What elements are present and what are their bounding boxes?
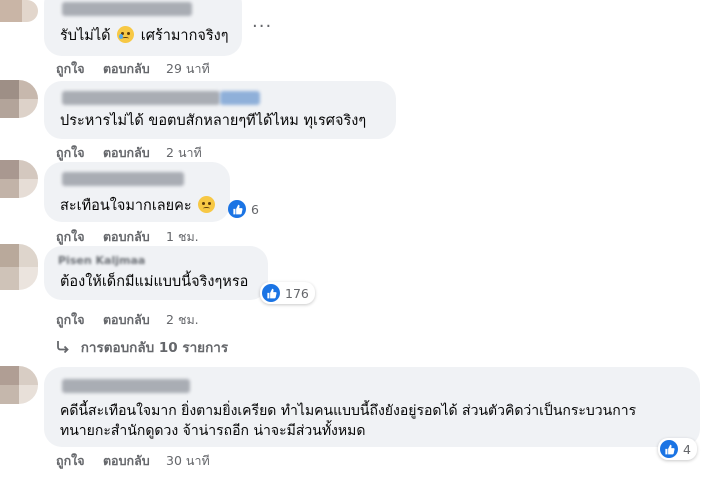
avatar[interactable] bbox=[0, 366, 38, 404]
comment-text-part: เศร้ามากจริงๆ bbox=[140, 28, 229, 44]
reply-link[interactable]: ตอบกลับ bbox=[103, 227, 150, 247]
comment-text: สะเทือนใจมากเลยคะ bbox=[60, 196, 217, 216]
reaction-summary[interactable]: 4 bbox=[658, 438, 697, 460]
comment-actions: ถูกใจ ตอบกลับ 30 นาที bbox=[56, 451, 210, 471]
comment-text: ประหารไม่ได้ ขอตบสักหลายๆทีได้ไหม ทุเรศจ… bbox=[60, 113, 367, 129]
comment-bubble: คดีนี้สะเทือนใจมาก ยิ่งตามยิ่งเครียด ทำไ… bbox=[44, 367, 700, 447]
comment-text-part: สะเทือนใจมากเลยคะ bbox=[60, 198, 192, 214]
thumbs-up-icon bbox=[660, 440, 678, 458]
view-replies-link[interactable]: การตอบกลับ 10 รายการ bbox=[56, 336, 228, 358]
like-link[interactable]: ถูกใจ bbox=[56, 310, 85, 330]
comment-text-line: คดีนี้สะเทือนใจมาก ยิ่งตามยิ่งเครียด ทำไ… bbox=[60, 403, 637, 419]
comment-bubble: สะเทือนใจมากเลยคะ bbox=[44, 162, 230, 222]
reply-arrow-icon bbox=[57, 341, 69, 354]
timestamp[interactable]: 29 นาที bbox=[166, 59, 210, 79]
reply-link[interactable]: ตอบกลับ bbox=[103, 310, 150, 330]
author-name-blurred bbox=[62, 91, 220, 105]
comment-bubble: Pisen Kaljmaa ต้องให้เด็กมีแม่แบบนี้จริง… bbox=[44, 246, 268, 300]
avatar[interactable] bbox=[0, 0, 38, 22]
comment-actions: ถูกใจ ตอบกลับ 2 นาที bbox=[56, 143, 202, 163]
view-replies-label: การตอบกลับ 10 รายการ bbox=[80, 340, 229, 356]
like-link[interactable]: ถูกใจ bbox=[56, 143, 85, 163]
reply-link[interactable]: ตอบกลับ bbox=[103, 59, 150, 79]
timestamp[interactable]: 2 นาที bbox=[166, 143, 202, 163]
author-name-blurred bbox=[62, 379, 190, 393]
reply-link[interactable]: ตอบกลับ bbox=[103, 451, 150, 471]
comment-text-line: ทนายกะสำนักดูดวง จ้าน่ารถอีก น่าจะมีส่วน… bbox=[60, 423, 366, 439]
reaction-count: 6 bbox=[251, 201, 259, 217]
author-name-blurred bbox=[62, 2, 192, 16]
comment-bubble: ประหารไม่ได้ ขอตบสักหลายๆทีได้ไหม ทุเรศจ… bbox=[44, 81, 396, 139]
comment-text-part: รับไม่ได้ bbox=[60, 28, 111, 44]
comment-actions: ถูกใจ ตอบกลับ 29 นาที bbox=[56, 59, 210, 79]
author-name-blurred bbox=[220, 91, 260, 105]
timestamp[interactable]: 1 ชม. bbox=[166, 227, 199, 247]
reaction-count: 4 bbox=[683, 441, 691, 457]
comment-bubble: รับไม่ได้ เศร้ามากจริงๆ bbox=[44, 0, 242, 56]
comment-actions: ถูกใจ ตอบกลับ 1 ชม. bbox=[56, 227, 199, 247]
timestamp[interactable]: 2 ชม. bbox=[166, 310, 199, 330]
more-horizontal-icon[interactable]: ··· bbox=[252, 16, 272, 37]
thumbs-up-icon bbox=[262, 284, 280, 302]
thumbs-up-icon bbox=[228, 200, 246, 218]
comment-actions: ถูกใจ ตอบกลับ 2 ชม. bbox=[56, 310, 199, 330]
like-link[interactable]: ถูกใจ bbox=[56, 451, 85, 471]
comment-text: ต้องให้เด็กมีแม่แบบนี้จริงๆหรอ bbox=[60, 274, 249, 290]
reaction-count: 176 bbox=[285, 285, 309, 301]
author-name-blurred bbox=[62, 172, 184, 186]
avatar[interactable] bbox=[0, 244, 38, 290]
like-link[interactable]: ถูกใจ bbox=[56, 59, 85, 79]
comment-text: รับไม่ได้ เศร้ามากจริงๆ bbox=[60, 26, 229, 46]
timestamp[interactable]: 30 นาที bbox=[166, 451, 210, 471]
author-name[interactable]: Pisen Kaljmaa bbox=[58, 254, 145, 268]
reaction-summary[interactable]: 176 bbox=[260, 282, 315, 304]
avatar[interactable] bbox=[0, 80, 38, 118]
avatar[interactable] bbox=[0, 160, 38, 198]
like-link[interactable]: ถูกใจ bbox=[56, 227, 85, 247]
reply-link[interactable]: ตอบกลับ bbox=[103, 143, 150, 163]
reaction-summary[interactable]: 6 bbox=[226, 198, 265, 220]
pleading-face-emoji bbox=[198, 196, 216, 213]
crying-face-emoji bbox=[117, 26, 135, 43]
